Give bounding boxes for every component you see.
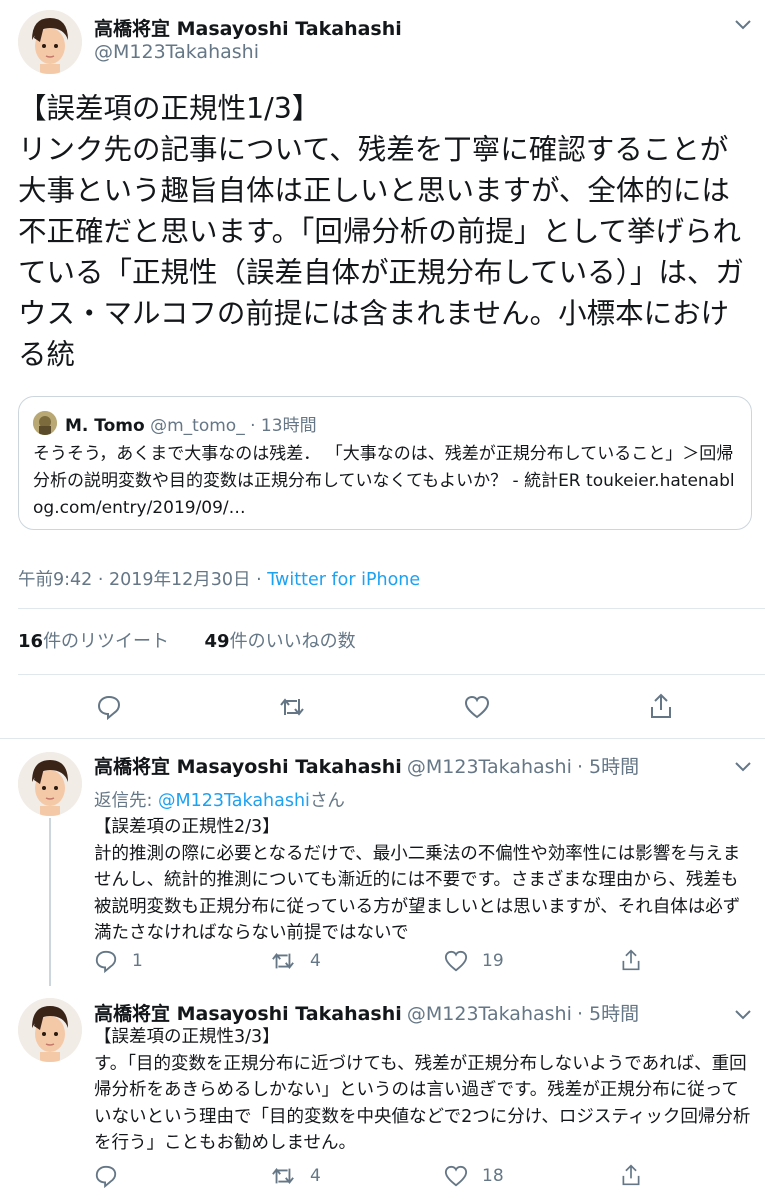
tweet-meta: 午前9:42 · 2019年12月30日 · Twitter for iPhon… [18,566,420,591]
like-button[interactable] [464,694,490,720]
reply-icon [95,950,117,973]
share-button[interactable] [648,692,674,720]
like-icon [444,950,468,972]
reply-time[interactable]: · 5時間 [577,756,639,778]
avatar[interactable] [18,10,82,74]
display-name[interactable]: 高橋将宜 Masayoshi Takahashi [94,18,402,40]
retweet-icon [280,698,304,716]
quoted-time: · 13時間 [250,416,317,436]
chevron-down-icon[interactable] [734,16,752,35]
reply-time[interactable]: · 5時間 [577,1003,639,1025]
retweet-icon [272,1168,294,1184]
reply-button[interactable] [96,694,122,720]
like-button[interactable]: 19 [444,949,504,973]
reply-to-prefix: 返信先: [94,791,158,811]
reply-to-mention[interactable]: @M123Takahashi [158,791,310,811]
quoted-text: そうそう，あくまで大事なのは残差． 「大事なのは、残差が正規分布していること」＞… [33,441,741,522]
tweet-text: 【誤差項の正規性3/3】 す。「目的変数を正規分布に近づけても、残差が正規分布し… [94,1027,751,1153]
display-name[interactable]: 高橋将宜 Masayoshi Takahashi [94,1003,402,1025]
reply-button[interactable]: 1 [94,949,143,973]
quoted-handle: @m_tomo_ [150,416,245,436]
divider [0,738,765,739]
reply-header: 高橋将宜 Masayoshi Takahashi @M123Takahashi … [94,752,639,779]
retweets-label[interactable]: 件のリツイート [43,631,169,652]
author-handle[interactable]: @M123Takahashi [407,756,572,778]
like-count: 18 [482,1166,504,1186]
like-icon [464,695,490,719]
share-button[interactable] [620,1162,642,1188]
reply-to-suffix: さん [309,791,345,811]
likes-count[interactable]: 49 [205,631,230,652]
divider [18,674,765,675]
source-link[interactable]: Twitter for iPhone [267,570,420,590]
tweet-text: 【誤差項の正規性2/3】 計的推測の際に必要となるだけで、最小二乗法の不偏性や効… [94,817,741,943]
retweet-count: 4 [310,1166,321,1186]
share-icon [622,1164,640,1186]
like-count: 19 [482,951,504,971]
share-button[interactable] [620,947,642,973]
avatar[interactable] [18,752,82,816]
retweets-count[interactable]: 16 [18,631,43,652]
quoted-display-name: M. Tomo [65,416,145,436]
reply-icon [95,1165,117,1188]
quoted-avatar [33,411,57,435]
quoted-tweet[interactable]: M. Tomo @m_tomo_ · 13時間 そうそう，あくまで大事なのは残差… [18,396,752,530]
tweet-stats: 16件のリツイート 49件のいいねの数 [18,627,356,653]
share-icon [622,949,640,971]
reply-count: 1 [132,951,143,971]
quoted-header: M. Tomo @m_tomo_ · 13時間 [65,411,317,436]
timestamp[interactable]: 午前9:42 · 2019年12月30日 · [18,570,267,590]
like-button[interactable]: 18 [444,1164,504,1188]
author-name[interactable]: 高橋将宜 Masayoshi Takahashi [94,14,402,41]
reply-header: 高橋将宜 Masayoshi Takahashi @M123Takahashi … [94,999,639,1026]
chevron-down-icon[interactable] [734,1006,752,1025]
chevron-down-icon[interactable] [734,758,752,777]
author-handle[interactable]: @M123Takahashi [94,41,259,63]
likes-label[interactable]: 件のいいねの数 [230,631,356,652]
reply-icon [97,695,121,720]
retweet-button[interactable]: 4 [270,1164,321,1188]
retweet-button[interactable]: 4 [270,949,321,973]
reply-to: 返信先: @M123Takahashiさん [94,787,345,812]
tweet-text: 【誤差項の正規性1/3】 リンク先の記事について、残差を丁寧に確認することが大事… [18,92,744,371]
avatar[interactable] [18,998,82,1062]
retweet-button[interactable] [278,694,306,720]
reply-button[interactable] [94,1164,132,1188]
retweet-icon [272,953,294,969]
divider [18,608,765,609]
display-name[interactable]: 高橋将宜 Masayoshi Takahashi [94,756,402,778]
author-handle[interactable]: @M123Takahashi [407,1003,572,1025]
share-icon [651,693,671,718]
retweet-count: 4 [310,951,321,971]
thread-line [49,818,51,986]
like-icon [444,1165,468,1187]
